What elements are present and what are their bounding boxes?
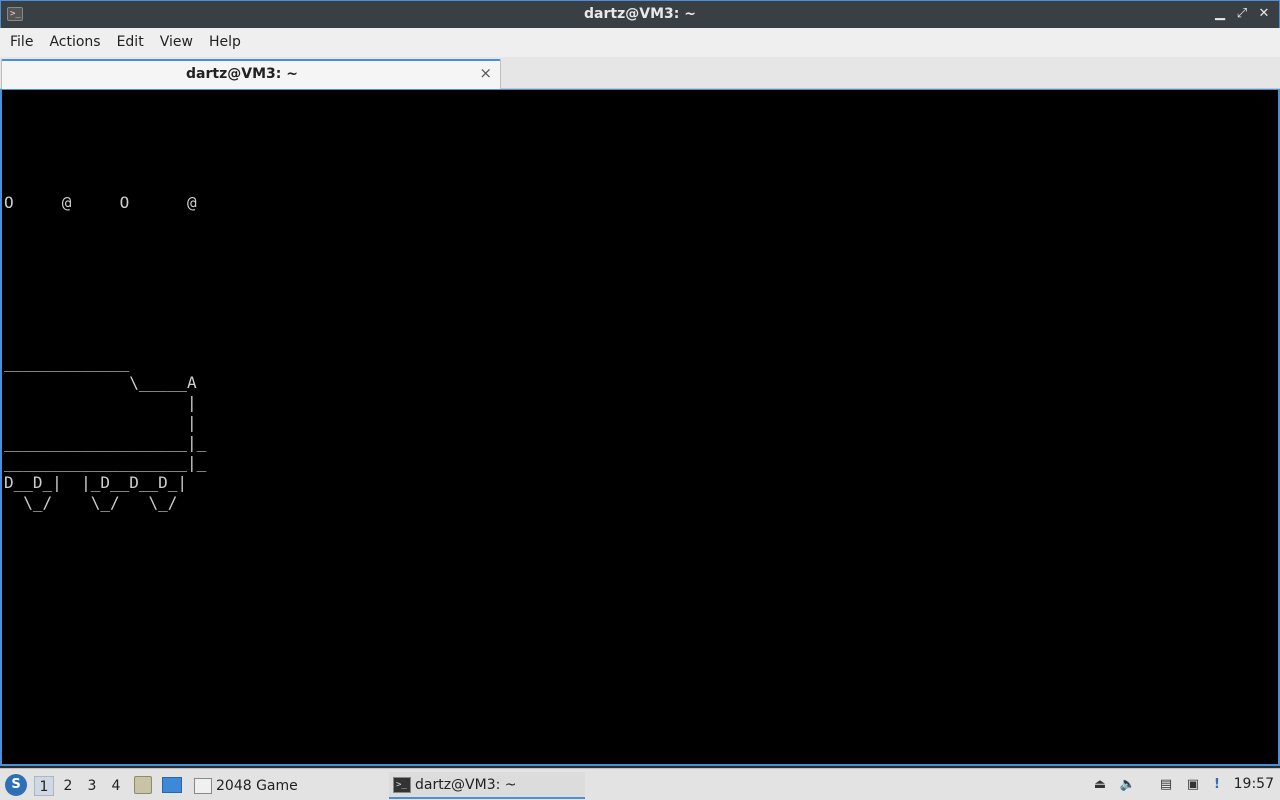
menu-file[interactable]: File xyxy=(2,28,41,57)
window-titlebar[interactable]: >_ dartz@VM3: ~ ▁ ⤢ ✕ xyxy=(0,0,1280,28)
clock[interactable]: 19:57 xyxy=(1234,776,1274,792)
terminal-line: O @ O @ xyxy=(4,193,197,212)
window-title: dartz@VM3: ~ xyxy=(584,6,696,22)
workspace-2-button[interactable]: 2 xyxy=(58,776,78,796)
terminal-output[interactable]: O @ O @ _____________ \_____A | | ______… xyxy=(0,89,1280,766)
taskbar: S 1 2 3 4 2048 Game >_ dartz@VM3: ~ ⏏ 🔈 … xyxy=(0,768,1280,800)
menu-view[interactable]: View xyxy=(152,28,201,57)
network-icon[interactable]: ▣ xyxy=(1184,776,1202,794)
terminal-line: ___________________|_ xyxy=(4,433,207,452)
menu-bar: File Actions Edit View Help xyxy=(0,28,1280,57)
workspace-4-button[interactable]: 4 xyxy=(106,776,126,796)
maximize-button[interactable]: ⤢ xyxy=(1233,5,1251,23)
eject-icon[interactable]: ⏏ xyxy=(1091,776,1109,794)
task-label: 2048 Game xyxy=(216,777,298,794)
menu-edit[interactable]: Edit xyxy=(109,28,152,57)
terminal-line: ___________________|_ xyxy=(4,453,207,472)
menu-help[interactable]: Help xyxy=(201,28,249,57)
terminal-line: D__D_| |_D__D__D_| xyxy=(4,473,188,492)
file-manager-icon[interactable] xyxy=(134,776,152,794)
terminal-line: \_/ \_/ \_/ xyxy=(4,493,178,512)
updates-icon[interactable]: ! xyxy=(1208,776,1226,794)
terminal-line: | xyxy=(4,393,197,412)
task-label: dartz@VM3: ~ xyxy=(415,776,517,793)
task-2048-game[interactable]: 2048 Game xyxy=(190,772,380,799)
show-desktop-icon[interactable] xyxy=(162,777,182,793)
tab-close-icon[interactable]: × xyxy=(479,64,492,82)
terminal-line: | xyxy=(4,413,197,432)
minimize-button[interactable]: ▁ xyxy=(1211,5,1229,23)
terminal-line: _____________ xyxy=(4,353,130,372)
window-icon xyxy=(194,777,212,794)
task-terminal[interactable]: >_ dartz@VM3: ~ xyxy=(389,772,585,799)
tab-label: dartz@VM3: ~ xyxy=(186,66,298,82)
tab-bar: dartz@VM3: ~ × xyxy=(0,57,1280,89)
window-controls: ▁ ⤢ ✕ xyxy=(1211,5,1273,23)
start-menu-icon[interactable]: S xyxy=(5,774,27,796)
close-button[interactable]: ✕ xyxy=(1255,5,1273,23)
workspace-3-button[interactable]: 3 xyxy=(82,776,102,796)
menu-actions[interactable]: Actions xyxy=(41,28,108,57)
terminal-line: \_____A xyxy=(4,373,197,392)
terminal-icon: >_ xyxy=(393,776,411,793)
tab-terminal[interactable]: dartz@VM3: ~ × xyxy=(1,59,501,89)
volume-icon[interactable]: 🔈 xyxy=(1119,776,1137,794)
workspace-1-button[interactable]: 1 xyxy=(34,776,54,796)
clipboard-icon[interactable]: ▤ xyxy=(1157,776,1175,794)
